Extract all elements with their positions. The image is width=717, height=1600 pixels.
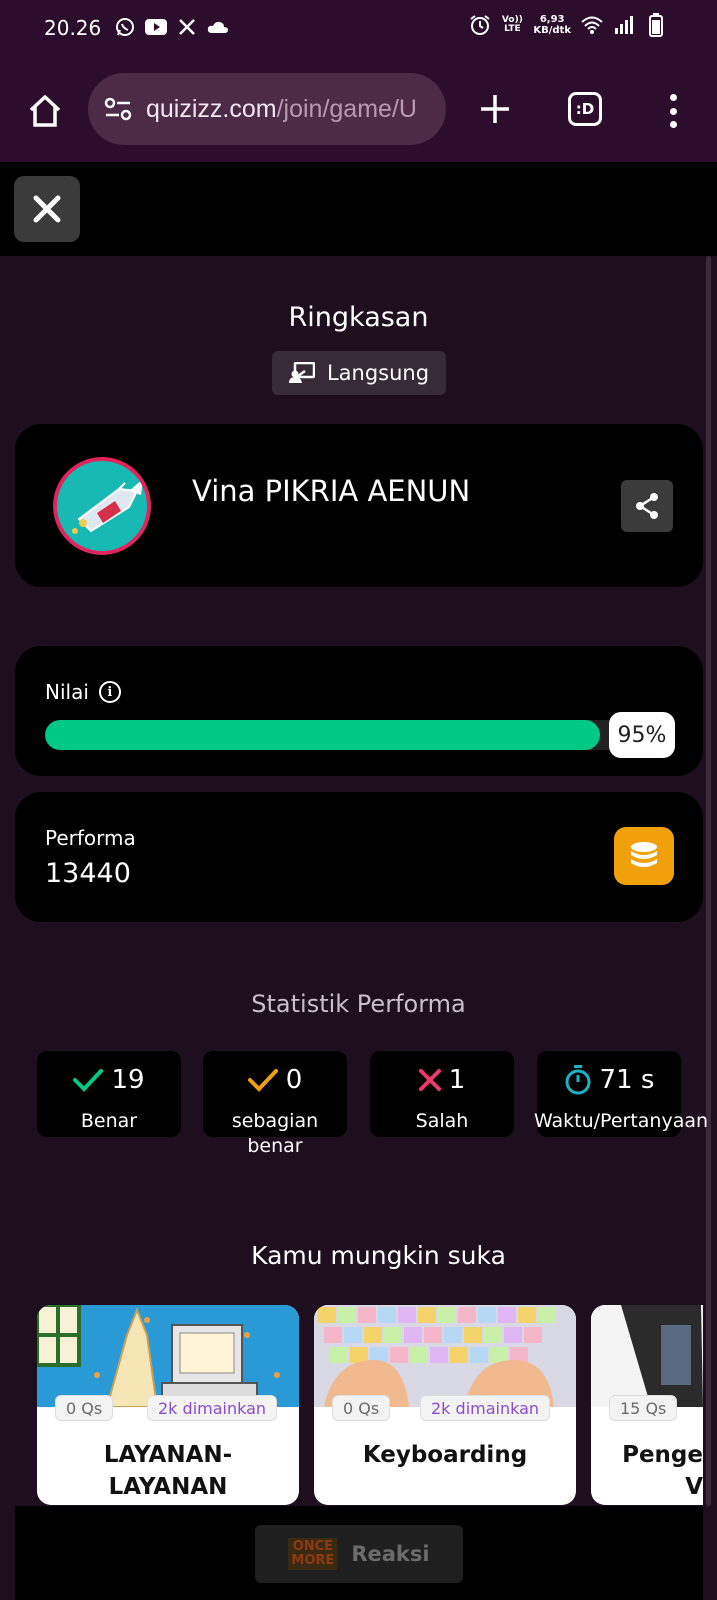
live-presentation-icon (288, 362, 315, 383)
stat-correct-label: Benar (80, 1110, 138, 1132)
stat-partial: 0 sebagian benar (203, 1051, 347, 1157)
stat-incorrect-value: 1 (448, 1065, 466, 1095)
system-icons: Vo)) LTE 6,93 KB/dtk (469, 13, 667, 37)
suggestion-play-count: 2k dimainkan (147, 1395, 278, 1421)
info-icon[interactable]: i (98, 681, 121, 703)
suggestion-play-count: 2k dimainkan (420, 1395, 551, 1421)
reaction-label: Reaksi (351, 1542, 430, 1566)
avatar (53, 457, 151, 555)
suggestion-thumbnail (314, 1305, 576, 1407)
stopwatch-icon (565, 1065, 591, 1095)
suggestion-question-count: 15 Qs (609, 1395, 678, 1421)
browser-menu-button[interactable] (658, 90, 688, 132)
wifi-icon (581, 14, 603, 36)
status-time: 20.26 (44, 16, 102, 40)
url-text[interactable]: quizizz.com/join/game/U (146, 95, 417, 124)
suggestion-question-count: 0 Qs (332, 1395, 391, 1421)
stats-title: Statistik Performa (251, 990, 466, 1018)
suggestion-title: Keyboarding (362, 1442, 528, 1468)
reaction-button[interactable]: ONCE MORE Reaksi (255, 1525, 463, 1583)
suggestion-card[interactable]: 0 Qs 2k dimainkan LAYANAN- LAYANAN (37, 1305, 299, 1505)
tab-switcher-button[interactable]: :D (568, 92, 602, 126)
rocket-avatar-icon (72, 479, 143, 534)
mode-badge: Langsung (272, 351, 446, 395)
home-button[interactable] (24, 90, 66, 132)
stat-incorrect-label: Salah (415, 1110, 469, 1132)
score-progress-fill (45, 720, 600, 750)
stat-partial-value: 0 (285, 1065, 303, 1095)
once-more-logo: ONCE MORE (288, 1538, 338, 1570)
home-icon (29, 95, 61, 127)
player-card: Vina PIKRIA AENUN (15, 424, 703, 587)
menu-dot (669, 121, 677, 128)
score-card: Nilai i 95% (15, 646, 703, 776)
stat-correct-value: 19 (111, 1065, 145, 1095)
site-settings-icon[interactable] (102, 93, 134, 125)
score-progress-bar (45, 720, 629, 750)
stat-incorrect: 1 Salah (370, 1051, 514, 1137)
cross-icon (418, 1069, 441, 1091)
score-label: Nilai (45, 680, 89, 704)
x-icon (176, 16, 198, 38)
performance-label: Performa (45, 826, 136, 850)
new-tab-button[interactable] (474, 88, 516, 130)
url-host: quizizz.com (146, 94, 277, 123)
stat-time-value: 71 s (599, 1065, 655, 1095)
suggestions-title: Kamu mungkin suka (251, 1241, 506, 1270)
plus-icon (481, 95, 509, 123)
menu-dot (669, 94, 677, 101)
alarm-icon (469, 14, 491, 36)
network-speed: 6,93 KB/dtk (533, 14, 571, 36)
address-bar[interactable]: quizizz.com/join/game/U (88, 73, 446, 145)
coins-button[interactable] (614, 827, 674, 885)
performance-value: 13440 (45, 858, 131, 889)
close-button[interactable] (14, 176, 80, 242)
score-label-row: Nilai i (45, 680, 121, 704)
whatsapp-icon (114, 16, 136, 38)
share-button[interactable] (621, 480, 673, 532)
suggestion-title: LAYANAN- LAYANAN (103, 1442, 233, 1500)
suggestions-carousel[interactable]: 0 Qs 2k dimainkan LAYANAN- LAYANAN 0 Qs … (37, 1305, 703, 1505)
battery-icon (645, 13, 667, 37)
signal-icon (613, 14, 635, 36)
stat-time: 71 s Waktu/Pertanyaan (534, 1051, 708, 1137)
network-speed-unit: KB/dtk (533, 25, 571, 36)
stat-correct: 19 Benar (37, 1051, 181, 1137)
player-name: Vina PIKRIA AENUN (192, 474, 471, 508)
page-title: Ringkasan (288, 302, 429, 333)
volte-indicator: Vo)) LTE (501, 15, 523, 34)
notification-icons (114, 16, 229, 38)
mode-label: Langsung (326, 361, 430, 385)
network-speed-value: 6,93 (539, 14, 565, 25)
page-scrollbar[interactable] (706, 256, 711, 1506)
close-icon (33, 195, 61, 223)
bottom-action-bar: ONCE MORE Reaksi (15, 1506, 703, 1600)
suggestion-card[interactable]: 0 Qs 2k dimainkan Keyboarding (314, 1305, 576, 1505)
suggestion-thumbnail (37, 1305, 299, 1407)
partial-check-icon (247, 1069, 278, 1092)
suggestion-thumbnail (591, 1305, 703, 1407)
check-icon (73, 1069, 104, 1092)
score-percent: 95% (609, 712, 675, 758)
url-path: /join/game/U (276, 94, 417, 123)
suggestion-question-count: 0 Qs (55, 1395, 114, 1421)
share-icon (636, 493, 658, 519)
cloud-icon (207, 16, 229, 38)
page-header (0, 162, 717, 256)
coins-icon (631, 842, 657, 867)
menu-dot (669, 107, 677, 115)
performance-card: Performa 13440 (15, 792, 703, 922)
stat-time-label: Waktu/Pertanyaan (533, 1110, 709, 1132)
suggestion-card[interactable]: 15 Qs Penge V (591, 1305, 703, 1505)
stat-partial-label: sebagian benar (231, 1110, 319, 1157)
suggestion-title: Penge V (622, 1442, 703, 1500)
youtube-icon (145, 16, 167, 38)
browser-toolbar: quizizz.com/join/game/U :D (0, 60, 717, 162)
status-bar: 20.26 Vo)) LTE 6,93 KB/dtk (0, 0, 717, 60)
